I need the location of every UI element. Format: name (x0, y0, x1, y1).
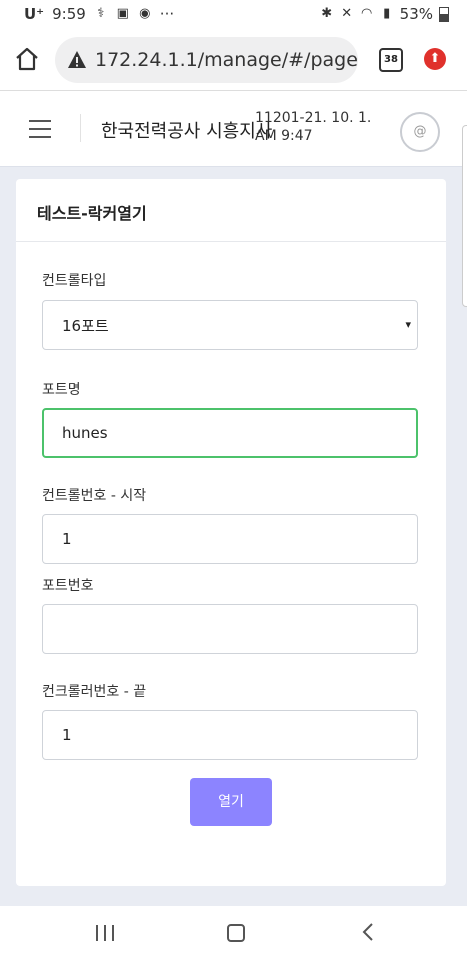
control-end-value: 1 (62, 726, 72, 744)
mute-icon: ✕ (341, 6, 353, 21)
more-notifications-icon: ··· (159, 5, 175, 23)
signal-icon: ▮ (383, 6, 391, 21)
messenger-icon: ◉ (139, 6, 151, 21)
warning-icon[interactable] (67, 50, 87, 70)
tab-switcher-button[interactable]: 38 (379, 48, 403, 72)
menu-icon[interactable] (29, 120, 51, 138)
port-name-label: 포트명 (42, 382, 81, 398)
bluetooth-icon: ✱ (321, 6, 333, 21)
control-start-value: 1 (62, 530, 72, 548)
control-type-label: 컨트롤타입 (42, 273, 107, 289)
avatar[interactable]: @ (400, 112, 440, 152)
port-name-input[interactable]: hunes (42, 408, 418, 458)
battery-icon (439, 6, 449, 22)
scroll-handle[interactable] (462, 125, 467, 307)
control-end-label: 컨크롤러번호 - 끝 (42, 684, 147, 700)
control-type-select[interactable]: 16포트 ▾ (42, 300, 418, 350)
system-nav-bar (0, 906, 467, 960)
status-bar: U⁺ 9:59 ⚕ ▣ ◉ ··· ✱ ✕ ◠ ▮ 53% (0, 0, 467, 30)
carrier-label: U⁺ (24, 5, 45, 23)
back-icon[interactable] (358, 921, 378, 943)
form-card: 테스트-락커열기 컨트롤타입 16포트 ▾ 포트명 hunes 컨트롤번호 - … (16, 179, 446, 886)
control-start-input[interactable]: 1 (42, 514, 418, 564)
gallery-icon: ▣ (116, 6, 129, 21)
datetime-label: 11201-21. 10. 1. AM 9:47 (255, 110, 372, 144)
port-number-label: 포트번호 (42, 578, 94, 594)
chevron-down-icon: ▾ (405, 318, 411, 331)
header-divider (80, 114, 81, 142)
card-title: 테스트-락커열기 (37, 204, 147, 223)
app-notification-icon: ⚕ (97, 6, 105, 21)
address-bar[interactable]: 172.24.1.1/manage/#/page (55, 37, 358, 83)
url-text[interactable]: 172.24.1.1/manage/#/page (95, 49, 358, 71)
upload-icon[interactable]: ⬆ (424, 48, 446, 70)
port-name-value: hunes (62, 424, 108, 442)
control-type-value: 16포트 (62, 316, 109, 335)
control-end-input[interactable]: 1 (42, 710, 418, 760)
clock: 9:59 (52, 5, 86, 23)
home-nav-icon[interactable] (227, 924, 245, 942)
home-icon[interactable] (14, 46, 40, 72)
card-header: 테스트-락커열기 (16, 179, 446, 242)
browser-toolbar: 172.24.1.1/manage/#/page 38 ⬆ (0, 30, 467, 91)
open-button[interactable]: 열기 (190, 778, 272, 826)
app-header: 한국전력공사 시흥지사 11201-21. 10. 1. AM 9:47 @ (0, 91, 467, 167)
battery-percent: 53% (399, 5, 433, 23)
control-start-label: 컨트롤번호 - 시작 (42, 488, 147, 504)
port-number-input[interactable] (42, 604, 418, 654)
page-title: 한국전력공사 시흥지사 (101, 121, 273, 142)
recent-apps-icon[interactable] (96, 925, 114, 941)
wifi-icon: ◠ (360, 6, 373, 21)
